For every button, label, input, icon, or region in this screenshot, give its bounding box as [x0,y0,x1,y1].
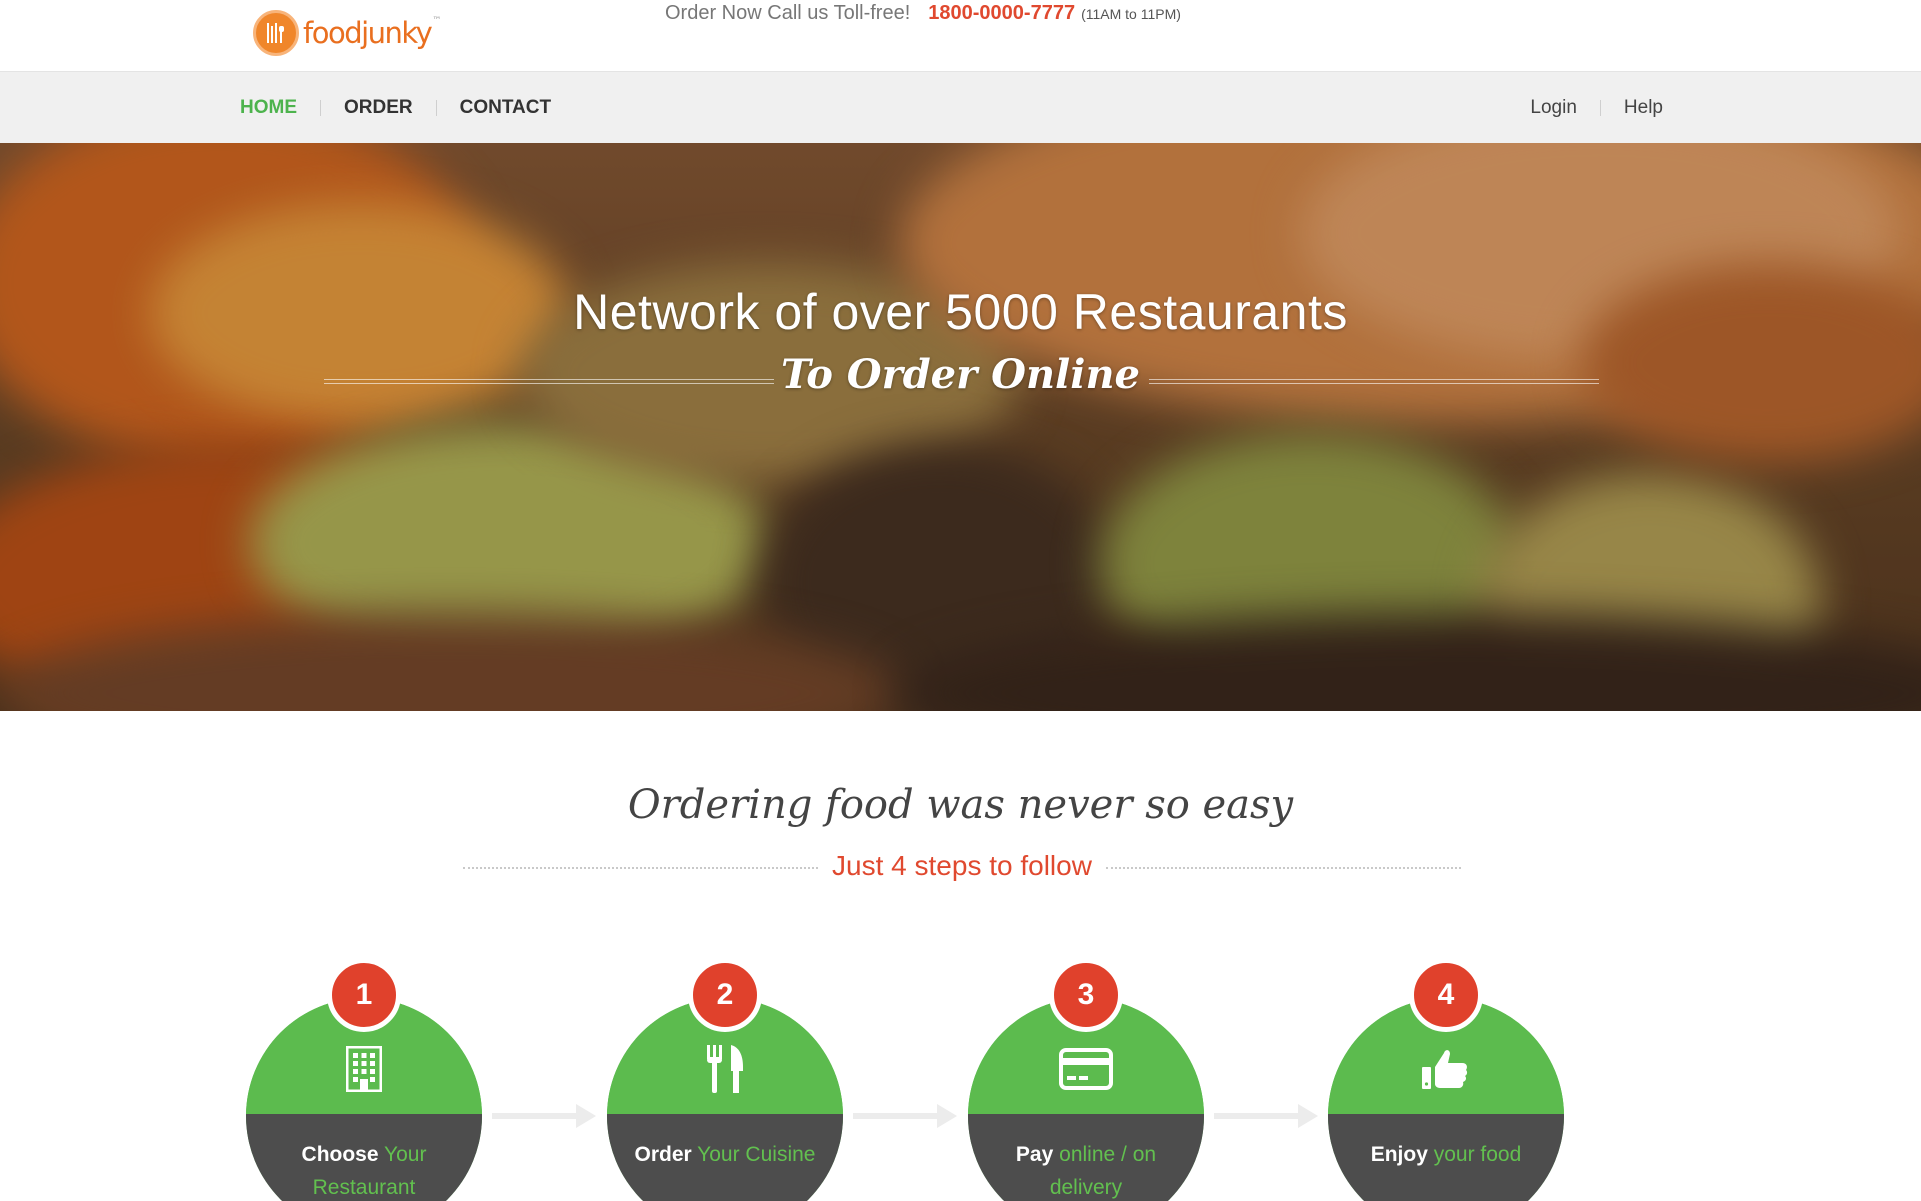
arrow-right-icon [853,1104,957,1128]
steps-subtitle-row: Just 4 steps to follow [463,850,1461,886]
thumbs-up-icon [1418,1045,1472,1093]
hero-subtitle: To Order Online [781,351,1140,398]
step-number-badge: 1 [327,958,401,1032]
step-label: Pay online / on delivery [1015,1143,1157,1199]
logo-icon [253,10,299,56]
main-nav: HOME ORDER CONTACT Login Help [0,71,1921,143]
arrow-right-icon [1214,1104,1318,1128]
step-3: 3 Pay online / on delivery [968,958,1204,1201]
dotted-divider-right [1106,867,1461,869]
nav-divider [320,100,321,116]
step-2: 2 Order Your Cuisine [607,958,843,1201]
building-icon [342,1045,386,1093]
arrow-right-icon [492,1104,596,1128]
call-bar: Order Now Call us Toll-free! 1800-0000-7… [665,2,1181,30]
step-number-badge: 2 [688,958,762,1032]
hero-title: Network of over 5000 Restaurants [573,284,1348,340]
nav-left: HOME ORDER CONTACT [240,72,551,144]
credit-card-icon [1054,1045,1118,1093]
login-link[interactable]: Login [1530,97,1577,119]
nav-divider [435,100,437,116]
nav-right: Login Help [1530,72,1663,144]
nav-home[interactable]: HOME [240,97,297,119]
hero-overlay [0,143,1921,711]
utensils-icon [703,1045,747,1093]
hero-banner: Network of over 5000 Restaurants To Orde… [0,143,1921,711]
logo[interactable]: foodjunky™ [253,8,443,58]
step-1: 1 Choose Your Restaurant [246,958,482,1201]
nav-divider [1599,100,1601,116]
step-label: Order Your Cuisine [634,1143,816,1166]
nav-contact[interactable]: CONTACT [460,97,551,119]
call-text: Order Now Call us Toll-free! [665,2,911,24]
step-number-badge: 3 [1049,958,1123,1032]
logo-text: foodjunky™ [303,16,442,50]
step-number-badge: 4 [1409,958,1483,1032]
hero-line-right [1149,379,1599,384]
call-hours: (11AM to 11PM) [1081,6,1181,22]
steps-title: Ordering food was never so easy [627,782,1294,828]
steps-subtitle: Just 4 steps to follow [832,850,1092,881]
step-label: Choose Your Restaurant [301,1143,427,1199]
help-link[interactable]: Help [1624,97,1663,119]
step-4: 4 Enjoy your food [1328,958,1564,1201]
step-label: Enjoy your food [1370,1143,1522,1166]
top-bar: foodjunky™ Order Now Call us Toll-free! … [0,0,1921,71]
nav-order[interactable]: ORDER [344,97,413,119]
phone-number[interactable]: 1800-0000-7777 [928,2,1075,25]
